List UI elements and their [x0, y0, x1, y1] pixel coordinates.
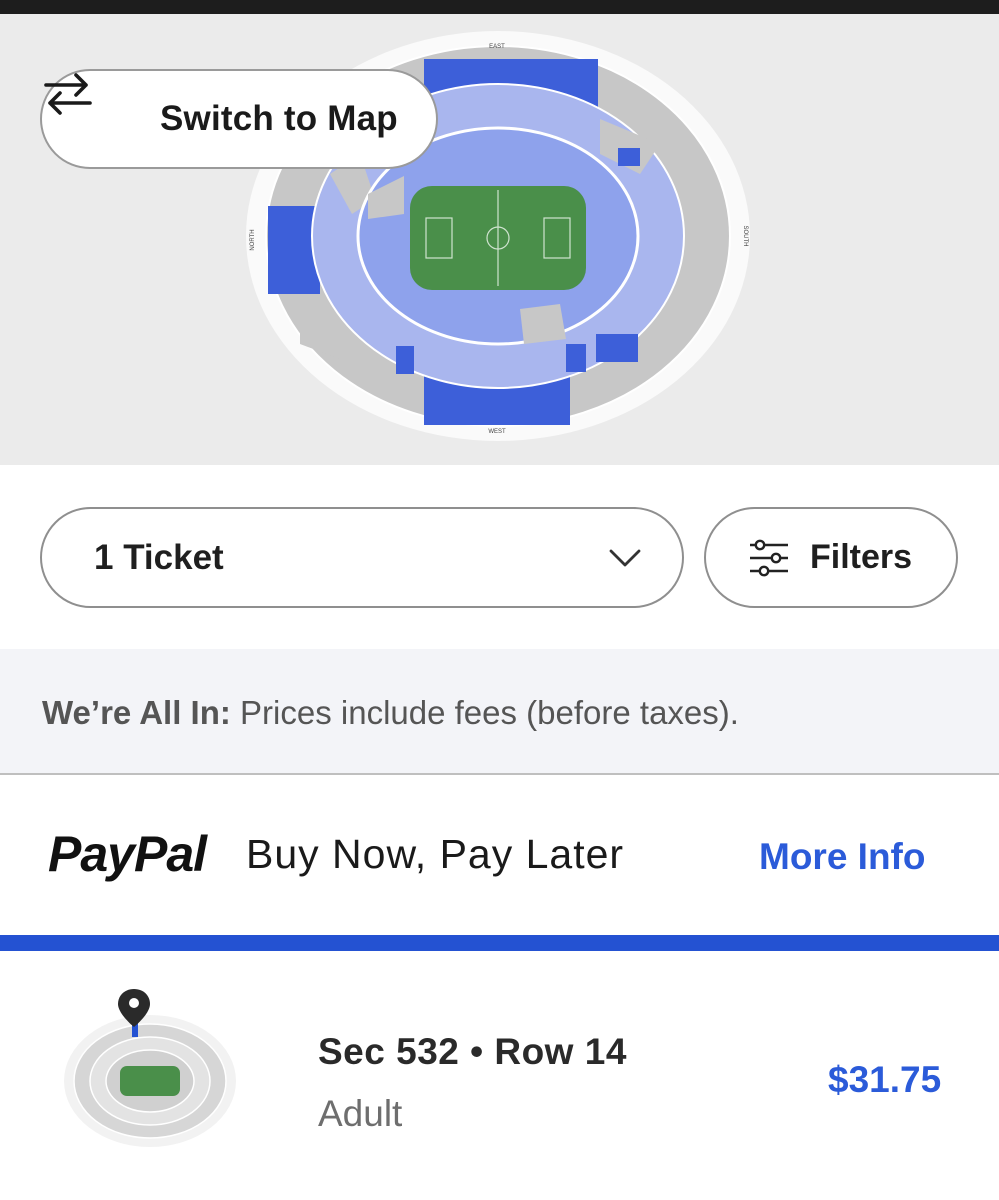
ticket-controls: 1 Ticket Filters: [0, 465, 999, 649]
price-notice-banner: We’re All In: Prices include fees (befor…: [0, 649, 999, 775]
section-304[interactable]: [566, 344, 586, 372]
section-315[interactable]: [396, 346, 414, 374]
section-302[interactable]: [596, 334, 638, 362]
chevron-down-icon: [608, 548, 642, 568]
compass-west-label: WEST: [488, 429, 506, 435]
switch-to-map-label: Switch to Map: [160, 99, 398, 138]
listing-ticket-type: Adult: [318, 1093, 403, 1134]
section-divider-bar: [0, 935, 999, 951]
price-notice-bold: We’re All In:: [42, 694, 231, 731]
paypal-banner: PayPal Buy Now, Pay Later More Info: [0, 777, 999, 935]
price-notice-detail: Prices include fees (before taxes).: [230, 694, 739, 731]
status-bar-strip: [0, 0, 999, 14]
paypal-promo-text: Buy Now, Pay Later: [246, 831, 625, 877]
filters-button[interactable]: Filters: [704, 507, 958, 608]
listing-price: $31.75: [828, 1059, 942, 1100]
compass-north-label: NORTH: [250, 229, 256, 250]
section-346[interactable]: [618, 148, 640, 166]
price-notice-text: We’re All In: Prices include fees (befor…: [42, 694, 739, 732]
listing-section-row: Sec 532 • Row 14: [318, 1031, 627, 1072]
swap-arrows-icon: [44, 73, 138, 142]
ticket-quantity-value: 1 Ticket: [94, 537, 224, 577]
ticket-listing[interactable]: Sec 532 • Row 14 Adult $31.75: [0, 951, 999, 1200]
more-info-link[interactable]: More Info: [759, 836, 925, 878]
ticket-quantity-dropdown[interactable]: 1 Ticket: [40, 507, 684, 608]
seat-map[interactable]: EAST WEST NORTH SOUTH Switch to Map: [0, 14, 999, 465]
paypal-logo: PayPal: [48, 826, 207, 882]
unavailable-sections: [520, 304, 566, 344]
switch-to-map-button[interactable]: Switch to Map: [40, 69, 438, 169]
sliders-icon: [748, 539, 790, 577]
compass-east-label: EAST: [489, 44, 505, 50]
listing-thumbnail: [64, 989, 236, 1147]
compass-south-label: SOUTH: [742, 226, 748, 247]
filters-label: Filters: [810, 538, 913, 576]
